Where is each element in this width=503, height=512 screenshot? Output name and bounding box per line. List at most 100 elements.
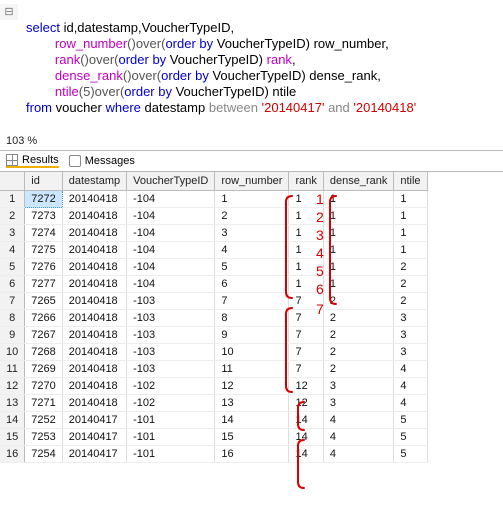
row-number-cell[interactable]: 6 (0, 276, 25, 293)
cell[interactable]: -102 (127, 378, 215, 395)
cell[interactable]: -103 (127, 344, 215, 361)
cell[interactable]: -103 (127, 293, 215, 310)
cell[interactable]: 6 (215, 276, 289, 293)
table-row[interactable]: 9726720140418-1039723 (0, 327, 427, 344)
cell[interactable]: 12 (215, 378, 289, 395)
cell[interactable]: 20140418 (62, 293, 126, 310)
row-number-cell[interactable]: 2 (0, 208, 25, 225)
row-number-cell[interactable]: 10 (0, 344, 25, 361)
cell[interactable]: -103 (127, 310, 215, 327)
cell[interactable]: 7252 (25, 412, 62, 429)
cell[interactable]: 3 (323, 395, 394, 412)
table-row[interactable]: 10726820140418-10310723 (0, 344, 427, 361)
cell[interactable]: 20140417 (62, 446, 126, 463)
cell[interactable]: 20140418 (62, 395, 126, 412)
cell[interactable]: 7270 (25, 378, 62, 395)
row-number-cell[interactable]: 7 (0, 293, 25, 310)
cell[interactable]: 8 (215, 310, 289, 327)
cell[interactable]: 4 (394, 378, 427, 395)
tab-messages[interactable]: Messages (69, 154, 135, 168)
cell[interactable]: 7266 (25, 310, 62, 327)
cell[interactable]: 1 (323, 259, 394, 276)
cell[interactable]: 2 (394, 259, 427, 276)
cell[interactable]: 20140418 (62, 259, 126, 276)
column-header-row_number[interactable]: row_number (215, 172, 289, 191)
cell[interactable]: 20140418 (62, 208, 126, 225)
row-number-cell[interactable]: 12 (0, 378, 25, 395)
cell[interactable]: 20140418 (62, 327, 126, 344)
cell[interactable]: 2 (323, 327, 394, 344)
code-area[interactable]: select id,datestamp,VoucherTypeID, row_n… (26, 4, 497, 132)
cell[interactable]: 7269 (25, 361, 62, 378)
cell[interactable]: 2 (323, 361, 394, 378)
cell[interactable]: -104 (127, 225, 215, 242)
cell[interactable]: 7254 (25, 446, 62, 463)
cell[interactable]: 11 (215, 361, 289, 378)
row-number-cell[interactable]: 15 (0, 429, 25, 446)
cell[interactable]: 7253 (25, 429, 62, 446)
cell[interactable]: 7277 (25, 276, 62, 293)
cell[interactable]: 7 (289, 361, 323, 378)
table-row[interactable]: 7726520140418-1037722 (0, 293, 427, 310)
cell[interactable]: 20140418 (62, 191, 126, 208)
cell[interactable]: 20140417 (62, 412, 126, 429)
cell[interactable]: 7 (289, 293, 323, 310)
cell[interactable]: 1 (394, 242, 427, 259)
cell[interactable]: 1 (323, 276, 394, 293)
column-header-rank[interactable]: rank (289, 172, 323, 191)
row-number-cell[interactable]: 11 (0, 361, 25, 378)
table-row[interactable]: 16725420140417-101161445 (0, 446, 427, 463)
cell[interactable]: 7274 (25, 225, 62, 242)
cell[interactable]: 2 (323, 293, 394, 310)
row-number-cell[interactable]: 5 (0, 259, 25, 276)
column-header-dense_rank[interactable]: dense_rank (323, 172, 394, 191)
cell[interactable]: 7271 (25, 395, 62, 412)
cell[interactable]: 7 (289, 327, 323, 344)
column-header-VoucherTypeID[interactable]: VoucherTypeID (127, 172, 215, 191)
cell[interactable]: -103 (127, 361, 215, 378)
cell[interactable]: -103 (127, 327, 215, 344)
cell[interactable]: 20140418 (62, 361, 126, 378)
table-row[interactable]: 3727420140418-1043111 (0, 225, 427, 242)
cell[interactable]: 4 (323, 412, 394, 429)
cell[interactable]: 2 (394, 276, 427, 293)
cell[interactable]: 12 (289, 395, 323, 412)
table-row[interactable]: 4727520140418-1044111 (0, 242, 427, 259)
cell[interactable]: 1 (289, 259, 323, 276)
cell[interactable]: 7 (289, 344, 323, 361)
table-row[interactable]: 12727020140418-102121234 (0, 378, 427, 395)
cell[interactable]: 20140418 (62, 344, 126, 361)
cell[interactable]: 7265 (25, 293, 62, 310)
column-header-ntile[interactable]: ntile (394, 172, 427, 191)
cell[interactable]: 20140418 (62, 225, 126, 242)
cell[interactable]: -101 (127, 429, 215, 446)
cell[interactable]: 3 (394, 327, 427, 344)
cell[interactable]: 5 (394, 412, 427, 429)
table-row[interactable]: 5727620140418-1045112 (0, 259, 427, 276)
cell[interactable]: 1 (394, 191, 427, 208)
cell[interactable]: 1 (289, 208, 323, 225)
results-grid[interactable]: iddatestampVoucherTypeIDrow_numberrankde… (0, 172, 428, 463)
row-number-cell[interactable]: 16 (0, 446, 25, 463)
row-number-cell[interactable]: 3 (0, 225, 25, 242)
row-number-cell[interactable]: 8 (0, 310, 25, 327)
row-number-cell[interactable]: 13 (0, 395, 25, 412)
cell[interactable]: 2 (323, 344, 394, 361)
cell[interactable]: 7267 (25, 327, 62, 344)
cell[interactable]: 20140418 (62, 310, 126, 327)
cell[interactable]: 20140418 (62, 378, 126, 395)
cell[interactable]: 7 (289, 310, 323, 327)
zoom-level[interactable]: 103 % (0, 132, 503, 151)
cell[interactable]: 3 (394, 344, 427, 361)
cell[interactable]: 3 (323, 378, 394, 395)
column-header-id[interactable]: id (25, 172, 62, 191)
cell[interactable]: 1 (289, 276, 323, 293)
cell[interactable]: -101 (127, 412, 215, 429)
cell[interactable]: 10 (215, 344, 289, 361)
cell[interactable]: 1 (394, 225, 427, 242)
cell[interactable]: 14 (215, 412, 289, 429)
cell[interactable]: 7273 (25, 208, 62, 225)
cell[interactable]: 4 (215, 242, 289, 259)
cell[interactable]: 1 (289, 225, 323, 242)
cell[interactable]: 1 (323, 225, 394, 242)
